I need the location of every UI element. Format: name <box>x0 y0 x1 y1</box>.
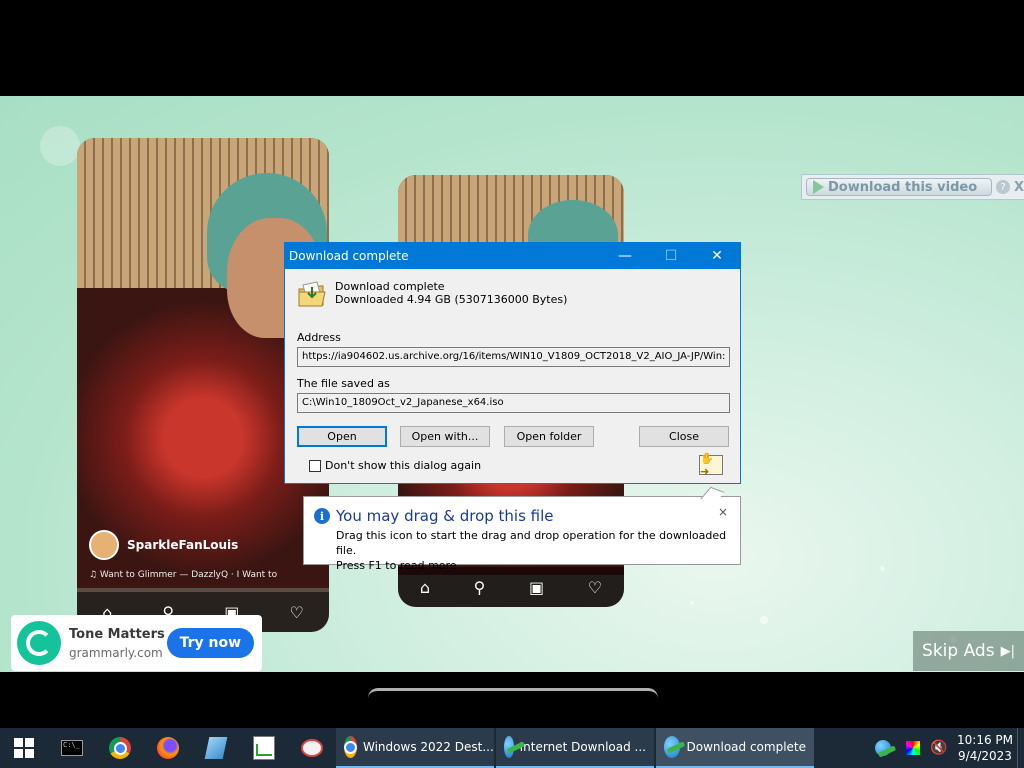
firefox-taskbar-icon[interactable] <box>144 728 192 768</box>
reels-icon: ▣ <box>529 577 545 597</box>
avatar <box>89 530 119 560</box>
clock[interactable]: 10:16 PM 9/4/2023 <box>953 732 1017 764</box>
subtitle-fragment <box>368 688 658 711</box>
idm-tray-icon <box>875 740 891 756</box>
address-label: Address <box>297 331 341 344</box>
download-complete-dialog: Download complete — ☐ ✕ Download complet… <box>284 242 741 484</box>
tooltip-close-icon[interactable]: × <box>718 505 728 519</box>
notepad-icon <box>204 737 228 759</box>
scissors-icon <box>301 739 323 757</box>
download-video-button[interactable]: Download this video <box>806 178 992 196</box>
dont-show-row[interactable]: Don't show this dialog again <box>309 459 481 472</box>
skip-ads-button[interactable]: Skip Ads ▶| <box>913 631 1024 671</box>
skip-ads-label: Skip Ads <box>922 641 995 661</box>
info-icon: i <box>314 508 330 524</box>
tooltip-title: You may drag & drop this file <box>336 507 554 525</box>
phone-username: SparkleFanLouis <box>127 538 239 552</box>
ad-domain: grammarly.com <box>69 645 163 660</box>
snipping-taskbar-icon[interactable] <box>288 728 336 768</box>
firefox-icon <box>157 737 179 759</box>
download-size: Downloaded 4.94 GB (5307136000 Bytes) <box>335 293 568 306</box>
bokeh <box>40 126 80 166</box>
show-desktop-button[interactable] <box>1017 728 1024 768</box>
taskbar-item-label: Download complete <box>686 740 806 754</box>
taskbar-item-label: Windows 2022 Dest... <box>363 740 494 754</box>
home-icon: ⌂ <box>419 577 430 597</box>
cmd-taskbar-icon[interactable]: C:\_ <box>48 728 96 768</box>
saved-path-field[interactable]: C:\Win10_1809Oct_v2_Japanese_x64.iso <box>297 393 730 413</box>
play-icon <box>813 180 824 194</box>
volume-muted-icon[interactable]: 🔇 <box>925 728 953 768</box>
idm-close-icon[interactable]: X <box>1014 180 1024 195</box>
dialog-title: Download complete <box>289 249 409 263</box>
bokeh <box>690 601 694 605</box>
bottom-letterbox <box>0 672 1024 728</box>
minimize-button[interactable]: — <box>602 243 648 269</box>
idm-globe-icon <box>504 736 514 758</box>
taskbar-item-idm[interactable]: Internet Download ... <box>496 728 654 768</box>
ad-title: Tone Matters <box>69 626 165 642</box>
clock-time: 10:16 PM <box>957 733 1013 747</box>
taskbar-item-download-complete[interactable]: Download complete <box>656 728 814 768</box>
tooltip-text: Drag this icon to start the drag and dro… <box>336 528 736 573</box>
cmd-icon: C:\_ <box>61 740 83 756</box>
help-icon[interactable]: ? <box>995 180 1010 194</box>
dont-show-label: Don't show this dialog again <box>325 459 482 472</box>
address-field[interactable]: https://ia904602.us.archive.org/16/items… <box>297 347 730 367</box>
display-icon <box>906 741 920 755</box>
skip-icon: ▶| <box>1000 643 1015 659</box>
grammarly-logo-icon <box>17 621 61 665</box>
open-with-button[interactable]: Open with... <box>400 426 490 447</box>
bokeh <box>760 616 768 624</box>
top-letterbox <box>0 0 1024 96</box>
tray-display-icon[interactable] <box>901 728 925 768</box>
folder-download-icon <box>298 281 326 307</box>
saved-as-label: The file saved as <box>297 377 390 390</box>
chrome-icon <box>344 736 357 758</box>
open-button[interactable]: Open <box>297 426 387 447</box>
phone-user: SparkleFanLouis <box>89 530 238 560</box>
search-icon: ⚲ <box>473 577 486 597</box>
tooltip-line-2: Press F1 to read more. <box>336 559 461 572</box>
maximize-button[interactable]: ☐ <box>648 243 694 269</box>
taskbar-item-chrome-window[interactable]: Windows 2022 Dest... <box>336 728 494 768</box>
try-now-button[interactable]: Try now <box>166 628 254 658</box>
taskbar-item-label: Internet Download ... <box>519 740 646 754</box>
download-heading: Download complete <box>335 280 445 293</box>
bokeh <box>880 566 885 571</box>
dont-show-checkbox[interactable] <box>309 459 321 472</box>
idm-globe-icon <box>664 736 681 758</box>
system-tray: 🔇 10:16 PM 9/4/2023 <box>865 728 1024 768</box>
task-manager-icon <box>253 736 275 760</box>
windows-logo-icon <box>14 738 34 758</box>
phone-nav: ⌂ ⚲ ▣ ♡ <box>398 567 624 607</box>
drag-drop-hand-icon[interactable]: ✋➜ <box>699 452 723 478</box>
tray-idm-icon[interactable] <box>865 728 901 768</box>
app-taskbar-icon[interactable] <box>192 728 240 768</box>
tooltip-line-1: Drag this icon to start the drag and dro… <box>336 529 727 557</box>
close-button[interactable]: Close <box>639 426 729 447</box>
task-manager-taskbar-icon[interactable] <box>240 728 288 768</box>
heart-icon: ♡ <box>587 577 603 597</box>
dialog-titlebar[interactable]: Download complete — ☐ ✕ <box>285 243 740 269</box>
open-folder-button[interactable]: Open folder <box>504 426 594 447</box>
heart-icon: ♡ <box>289 602 304 622</box>
close-window-button[interactable]: ✕ <box>694 243 740 269</box>
chrome-icon <box>109 737 131 759</box>
start-button[interactable] <box>0 728 48 768</box>
drag-drop-tooltip: i You may drag & drop this file × Drag t… <box>303 486 741 572</box>
clock-date: 9/4/2023 <box>958 749 1012 763</box>
taskbar: C:\_ Windows 2022 Dest... Internet Downl… <box>0 728 1024 768</box>
chrome-taskbar-icon[interactable] <box>96 728 144 768</box>
idm-download-panel: Download this video ? X <box>801 174 1024 200</box>
download-video-label: Download this video <box>828 179 978 195</box>
grammarly-ad[interactable]: Tone Matters grammarly.com Try now <box>11 615 262 671</box>
phone-song: ♫ Want to Glimmer — DazzlyQ · I Want to <box>89 570 278 580</box>
